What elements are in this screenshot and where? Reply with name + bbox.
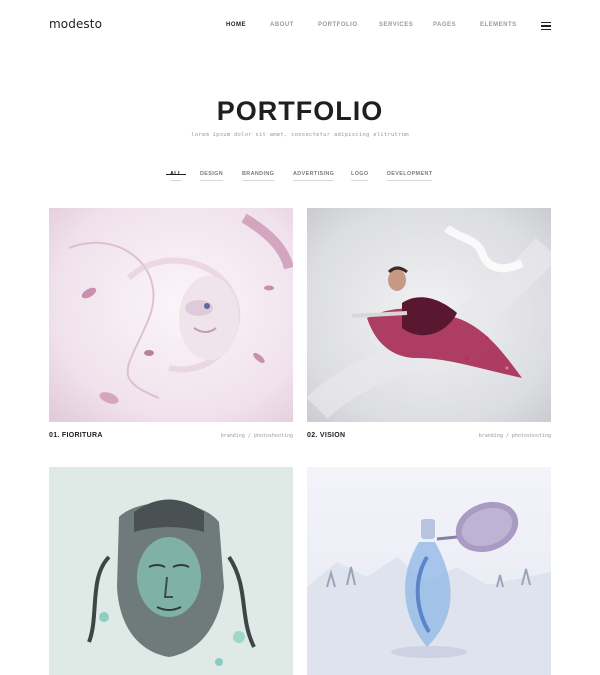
filter-branding[interactable]: BRANDING (242, 171, 275, 181)
nav-elements[interactable]: ELEMENTS (480, 22, 517, 28)
filter-development[interactable]: DEVELOPMENT (387, 171, 433, 181)
filter-design[interactable]: DESIGN (200, 171, 224, 181)
project-image-vision[interactable] (307, 208, 551, 422)
hamburger-icon[interactable] (541, 22, 551, 30)
filter-advertising[interactable]: ADVERTISING (293, 171, 335, 181)
project-image-fioritura[interactable] (49, 208, 293, 422)
page-title: PORTFOLIO (216, 96, 384, 126)
filter-logo[interactable]: LOGO (351, 171, 369, 181)
main-nav: HOME ABOUT PORTFOLIO SERVICES PAGES ELEM… (0, 22, 600, 32)
project-tags[interactable]: branding / photoshooting (479, 433, 551, 439)
project-title[interactable]: 02. VISION (307, 432, 345, 439)
page-subtitle: lorem ipsum dolor sit amet, consectetur … (191, 132, 409, 138)
portfolio-filters: ALL DESIGN BRANDING ADVERTISING LOGO DEV… (0, 171, 600, 183)
project-title[interactable]: 01. FIORITURA (49, 432, 103, 439)
project-tags[interactable]: branding / photoshooting (221, 433, 293, 439)
nav-about[interactable]: ABOUT (270, 22, 294, 28)
filter-all[interactable]: ALL (166, 171, 186, 181)
nav-services[interactable]: SERVICES (379, 22, 413, 28)
nav-portfolio[interactable]: PORTFOLIO (318, 22, 358, 28)
nav-pages[interactable]: PAGES (433, 22, 456, 28)
nav-home[interactable]: HOME (226, 22, 246, 28)
project-image-perfume[interactable] (307, 467, 551, 675)
site-header: modesto HOME ABOUT PORTFOLIO SERVICES PA… (0, 0, 600, 54)
project-image-buddha[interactable] (49, 467, 293, 675)
